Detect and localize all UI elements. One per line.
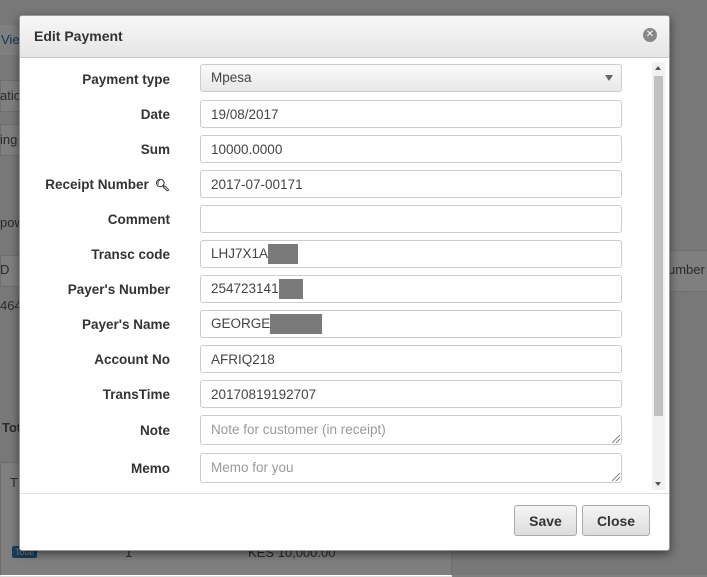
form-row-transc-code: Transc code LHJ7X1A (20, 240, 650, 270)
transc-code-input[interactable]: LHJ7X1A (200, 240, 622, 268)
redaction-block (270, 314, 323, 335)
form-row-payers-number: Payer's Number 254723141 (20, 275, 650, 305)
payment-type-label: Payment type (82, 72, 170, 87)
account-no-label: Account No (94, 352, 170, 367)
scroll-up-arrow-icon[interactable] (655, 66, 661, 70)
receipt-number-input[interactable] (200, 170, 622, 198)
form-row-payers-name: Payer's Name GEORGE (20, 310, 650, 340)
chevron-down-icon (605, 75, 613, 81)
dialog-body: Payment type Mpesa Date Sum Receipt Numb… (20, 58, 669, 492)
form-row-receipt-number: Receipt Number 🔍︎ (20, 170, 650, 200)
scrollbar-thumb[interactable] (654, 76, 663, 416)
dialog-footer: Save Close (20, 493, 669, 551)
note-textarea[interactable] (200, 415, 622, 445)
scroll-down-arrow-icon[interactable] (655, 482, 661, 486)
date-label: Date (140, 107, 170, 122)
payment-type-select[interactable]: Mpesa (200, 64, 622, 92)
form-row-sum: Sum (20, 135, 650, 165)
redaction-block (278, 279, 303, 300)
dialog-scrollbar[interactable] (652, 62, 665, 490)
account-no-input[interactable] (200, 345, 622, 373)
payers-number-value: 254723141 (211, 281, 279, 296)
dialog-header: Edit Payment ✕ (20, 16, 669, 58)
close-button[interactable]: Close (582, 505, 650, 536)
comment-input[interactable] (200, 205, 622, 233)
close-icon[interactable]: ✕ (643, 28, 657, 42)
note-label: Note (140, 423, 170, 438)
payers-number-label: Payer's Number (67, 282, 170, 297)
receipt-number-label: Receipt Number 🔍︎ (45, 177, 170, 192)
dialog-title: Edit Payment (34, 28, 123, 44)
form-row-payment-type: Payment type Mpesa (20, 64, 650, 94)
transc-code-label: Transc code (91, 247, 170, 262)
search-icon[interactable]: 🔍︎ (155, 178, 170, 192)
form-row-account-no: Account No (20, 345, 650, 375)
payers-name-value: GEORGE (211, 316, 271, 331)
form-row-date: Date (20, 100, 650, 130)
sum-input[interactable] (200, 135, 622, 163)
memo-label: Memo (130, 461, 170, 476)
transc-code-value: LHJ7X1A (211, 246, 269, 261)
form-row-transtime: TransTime (20, 380, 650, 410)
save-button[interactable]: Save (514, 505, 577, 536)
payers-name-input[interactable]: GEORGE (200, 310, 622, 338)
sum-label: Sum (140, 142, 170, 157)
transtime-label: TransTime (102, 387, 170, 402)
payers-name-label: Payer's Name (81, 317, 170, 332)
form-row-memo: Memo (20, 453, 650, 485)
edit-payment-dialog: Edit Payment ✕ Payment type Mpesa Date S… (19, 15, 670, 551)
memo-field-wrap (200, 453, 622, 483)
form-row-note: Note (20, 415, 650, 447)
comment-label: Comment (107, 212, 170, 227)
receipt-number-label-text: Receipt Number (45, 177, 149, 192)
note-field-wrap (200, 415, 622, 445)
form-row-comment: Comment (20, 205, 650, 235)
payers-number-input[interactable]: 254723141 (200, 275, 622, 303)
redaction-block (268, 244, 299, 265)
transtime-input[interactable] (200, 380, 622, 408)
payment-type-value: Mpesa (211, 70, 252, 85)
memo-textarea[interactable] (200, 453, 622, 483)
date-input[interactable] (200, 100, 622, 128)
